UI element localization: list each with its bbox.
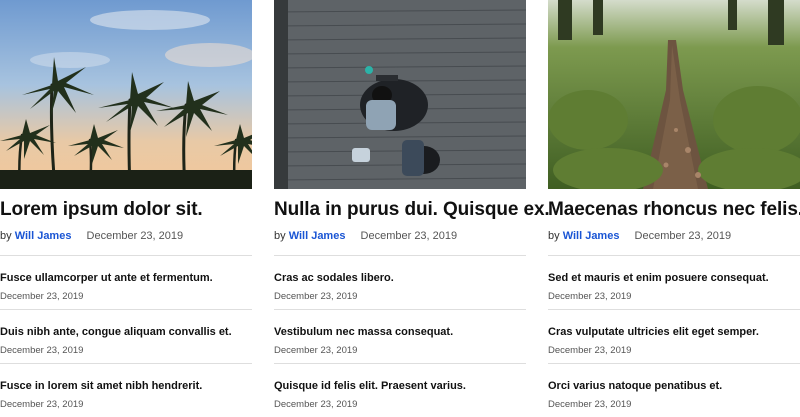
- author-link[interactable]: Will James: [289, 230, 346, 242]
- author-link[interactable]: Will James: [563, 230, 620, 242]
- list-item-date: December 23, 2019: [548, 345, 632, 356]
- list-item-date: December 23, 2019: [548, 399, 632, 410]
- article-meta: by Will James December 23, 2019: [274, 229, 526, 243]
- list-item-title[interactable]: Sed et mauris et enim posuere consequat.: [548, 272, 800, 285]
- article-meta: by Will James December 23, 2019: [0, 229, 252, 243]
- article-card: Nulla in purus dui. Quisque ex. by Will …: [274, 0, 550, 417]
- article-date: December 23, 2019: [86, 230, 184, 242]
- article-date: December 23, 2019: [360, 230, 458, 242]
- list-item-title[interactable]: Fusce ullamcorper ut ante et fermentum.: [0, 272, 252, 285]
- list-item[interactable]: Fusce ullamcorper ut ante et fermentum. …: [0, 256, 252, 309]
- list-item[interactable]: Sed et mauris et enim posuere consequat.…: [548, 256, 800, 309]
- list-item-date: December 23, 2019: [0, 345, 84, 356]
- list-item[interactable]: Cras ac sodales libero. December 23, 201…: [274, 256, 526, 309]
- article-image-forest-path[interactable]: [548, 0, 800, 189]
- list-item-title[interactable]: Vestibulum nec massa consequat.: [274, 326, 526, 339]
- list-item-date: December 23, 2019: [548, 291, 632, 302]
- article-title[interactable]: Lorem ipsum dolor sit.: [0, 199, 252, 221]
- list-item-title[interactable]: Duis nibh ante, congue aliquam convallis…: [0, 326, 252, 339]
- list-item-title[interactable]: Fusce in lorem sit amet nibh hendrerit.: [0, 380, 252, 393]
- article-date: December 23, 2019: [634, 230, 732, 242]
- list-item-date: December 23, 2019: [274, 399, 358, 410]
- list-item-date: December 23, 2019: [274, 291, 358, 302]
- list-item-title[interactable]: Quisque id felis elit. Praesent varius.: [274, 380, 526, 393]
- article-card: Lorem ipsum dolor sit. by Will James Dec…: [0, 0, 252, 417]
- list-item[interactable]: Cras vulputate ultricies elit eget sempe…: [548, 310, 800, 363]
- list-item-date: December 23, 2019: [0, 399, 84, 410]
- list-item[interactable]: Quisque id felis elit. Praesent varius. …: [274, 364, 526, 417]
- list-item-title[interactable]: Cras vulputate ultricies elit eget sempe…: [548, 326, 800, 339]
- article-image-palm-trees[interactable]: [0, 0, 252, 189]
- article-title[interactable]: Nulla in purus dui. Quisque ex.: [274, 199, 550, 221]
- list-item-date: December 23, 2019: [0, 291, 84, 302]
- article-meta: by Will James December 23, 2019: [548, 229, 800, 243]
- by-label: by: [548, 230, 560, 242]
- list-item[interactable]: Fusce in lorem sit amet nibh hendrerit. …: [0, 364, 252, 417]
- list-item[interactable]: Orci varius natoque penatibus et. Decemb…: [548, 364, 800, 417]
- article-image-boardwalk[interactable]: [274, 0, 526, 189]
- article-card: Maecenas rhoncus nec felis. by Will Jame…: [548, 0, 800, 417]
- list-item-title[interactable]: Orci varius natoque penatibus et.: [548, 380, 800, 393]
- list-item[interactable]: Duis nibh ante, congue aliquam convallis…: [0, 310, 252, 363]
- list-item[interactable]: Vestibulum nec massa consequat. December…: [274, 310, 526, 363]
- by-label: by: [274, 230, 286, 242]
- list-item-date: December 23, 2019: [274, 345, 358, 356]
- list-item-title[interactable]: Cras ac sodales libero.: [274, 272, 526, 285]
- article-title[interactable]: Maecenas rhoncus nec felis.: [548, 199, 800, 221]
- author-link[interactable]: Will James: [15, 230, 72, 242]
- by-label: by: [0, 230, 12, 242]
